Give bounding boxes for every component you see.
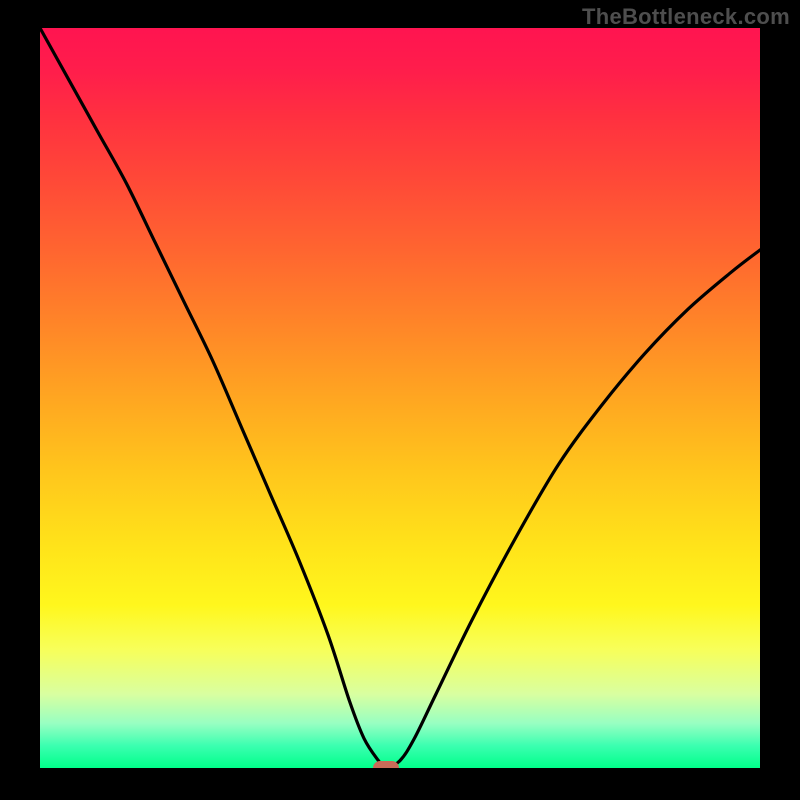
min-marker [373, 761, 399, 768]
watermark-text: TheBottleneck.com [582, 4, 790, 30]
bottleneck-curve [40, 28, 760, 768]
plot-area [40, 28, 760, 768]
chart-frame: TheBottleneck.com [0, 0, 800, 800]
curve-svg [40, 28, 760, 768]
